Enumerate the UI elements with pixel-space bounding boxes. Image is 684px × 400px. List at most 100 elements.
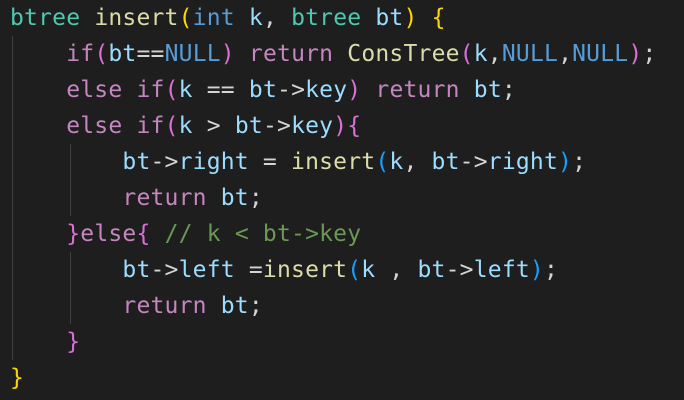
code-token: -> [150, 149, 179, 175]
code-line[interactable]: return bt; [10, 180, 263, 216]
code-line[interactable]: if(bt==NULL) return ConsTree(k,NULL,NULL… [10, 36, 656, 72]
code-token: { [136, 221, 151, 247]
code-token: key [305, 77, 348, 103]
code-token: btree [291, 5, 362, 31]
code-token: bt [122, 149, 151, 175]
code-token: ; [248, 185, 263, 211]
code-token: } [10, 365, 25, 391]
code-token: bt [417, 257, 446, 283]
code-token: ( [164, 113, 179, 139]
code-token: else [66, 77, 123, 103]
code-token: right [487, 149, 559, 175]
code-token: ) [333, 113, 348, 139]
code-token: , [558, 41, 573, 67]
code-token: ; [543, 257, 559, 283]
code-token: bt [375, 5, 404, 31]
code-token: insert [94, 5, 179, 31]
code-token: else [66, 113, 123, 139]
code-token: return [122, 293, 207, 319]
code-token: k [178, 77, 193, 103]
code-token: ( [347, 257, 362, 283]
code-token: -> [445, 257, 474, 283]
code-token: left [473, 257, 530, 283]
code-token: ( [164, 77, 179, 103]
code-token: = [234, 257, 263, 283]
code-line[interactable]: btree insert(int k, btree bt) { [10, 0, 446, 36]
code-token: -> [262, 113, 292, 139]
code-line[interactable]: else if(k > bt->key){ [10, 108, 361, 144]
code-token: ) [403, 5, 418, 31]
code-token: { [431, 5, 446, 31]
code-token: bt [220, 185, 249, 211]
code-token: k [178, 113, 193, 139]
code-token: , [487, 41, 502, 67]
code-line[interactable]: else if(k == bt->key) return bt; [10, 72, 516, 108]
code-token: ( [94, 41, 109, 67]
code-token: -> [459, 149, 488, 175]
code-token: k [389, 149, 404, 175]
code-token: ; [501, 77, 516, 103]
code-token: } [66, 329, 81, 355]
code-token: bt [122, 257, 151, 283]
code-token: ( [375, 149, 390, 175]
code-token: ) [558, 149, 573, 175]
code-token: bt [108, 41, 137, 67]
code-token: ) [220, 41, 235, 67]
code-token: ) [529, 257, 544, 283]
code-line[interactable]: bt->right = insert(k, bt->right); [10, 144, 586, 180]
code-token: btree [10, 5, 81, 31]
code-token: , [403, 149, 432, 175]
code-token: left [178, 257, 235, 283]
code-token: if [66, 41, 95, 67]
code-token: ; [642, 41, 657, 67]
code-token: NULL [572, 41, 629, 67]
code-token: == [136, 41, 165, 67]
code-token: ) [347, 77, 362, 103]
code-token: ; [572, 149, 587, 175]
code-line[interactable]: }else{ // k < bt->key [10, 216, 361, 252]
code-line[interactable]: return bt; [10, 288, 263, 324]
code-token: } [66, 221, 81, 247]
code-token: if [136, 113, 165, 139]
code-token: int [192, 5, 235, 31]
code-editor[interactable]: btree insert(int k, btree bt) { if(bt==N… [0, 0, 684, 400]
code-token: { [347, 113, 362, 139]
code-token: ) [628, 41, 643, 67]
code-token: return [248, 41, 334, 67]
code-token: bt [220, 293, 249, 319]
code-line[interactable]: bt->left =insert(k , bt->left); [10, 252, 558, 288]
code-line[interactable]: } [10, 324, 80, 360]
code-token: key [291, 113, 334, 139]
code-token: insert [262, 257, 348, 283]
code-token: ( [178, 5, 193, 31]
code-token: else [80, 221, 137, 247]
code-token: return [122, 185, 207, 211]
code-token: , [375, 257, 418, 283]
code-token: ConsTree [347, 41, 460, 67]
code-token: bt [248, 77, 278, 103]
code-token: = [248, 149, 292, 175]
code-line[interactable]: } [10, 360, 24, 396]
code-token: bt [431, 149, 460, 175]
code-token: ( [459, 41, 474, 67]
code-token: if [136, 77, 165, 103]
code-token: bt [473, 77, 502, 103]
